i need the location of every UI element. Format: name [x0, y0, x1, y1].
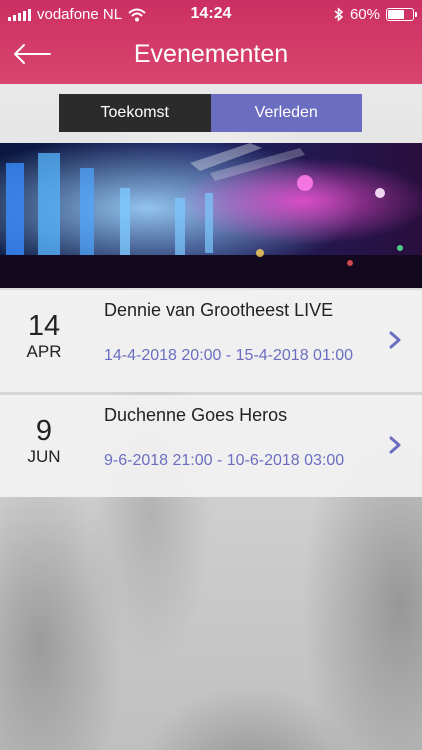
tab-verleden[interactable]: Verleden: [210, 94, 362, 132]
page-title: Evenementen: [133, 40, 289, 68]
event-month: JUN: [27, 447, 61, 466]
chevron-right-icon[interactable]: [388, 330, 402, 350]
segmented-control: Toekomst Verleden: [59, 94, 362, 132]
event-title: Dennie van Grootheest LIVE: [104, 300, 334, 320]
concert-banner-image: [0, 143, 422, 288]
status-right: 60%: [334, 6, 417, 23]
concert-illustration: [0, 143, 422, 288]
app-header: vodafone NL 14:24 60% Evenementen: [0, 0, 422, 84]
battery-fill: [388, 10, 404, 19]
event-title: Duchenne Goes Heros: [104, 405, 288, 425]
event-row[interactable]: 14 APR Dennie van Grootheest LIVE 14-4-2…: [0, 290, 422, 392]
event-day: 14: [27, 310, 61, 342]
status-bar: vodafone NL 14:24 60%: [0, 0, 422, 28]
chevron-right-icon[interactable]: [388, 435, 402, 455]
event-row[interactable]: 9 JUN Duchenne Goes Heros 9-6-2018 21:00…: [0, 395, 422, 497]
battery-percent: 60%: [349, 6, 380, 23]
tab-toekomst[interactable]: Toekomst: [59, 94, 211, 132]
event-month: APR: [26, 342, 62, 361]
bluetooth-icon: [334, 7, 344, 22]
event-time: 14-4-2018 20:00 - 15-4-2018 01:00: [104, 347, 354, 364]
event-time: 9-6-2018 21:00 - 10-6-2018 03:00: [104, 452, 345, 469]
battery-icon: [386, 8, 417, 21]
event-date: 14 APR: [12, 310, 76, 362]
event-day: 9: [35, 415, 53, 447]
event-date: 9 JUN: [12, 415, 76, 467]
